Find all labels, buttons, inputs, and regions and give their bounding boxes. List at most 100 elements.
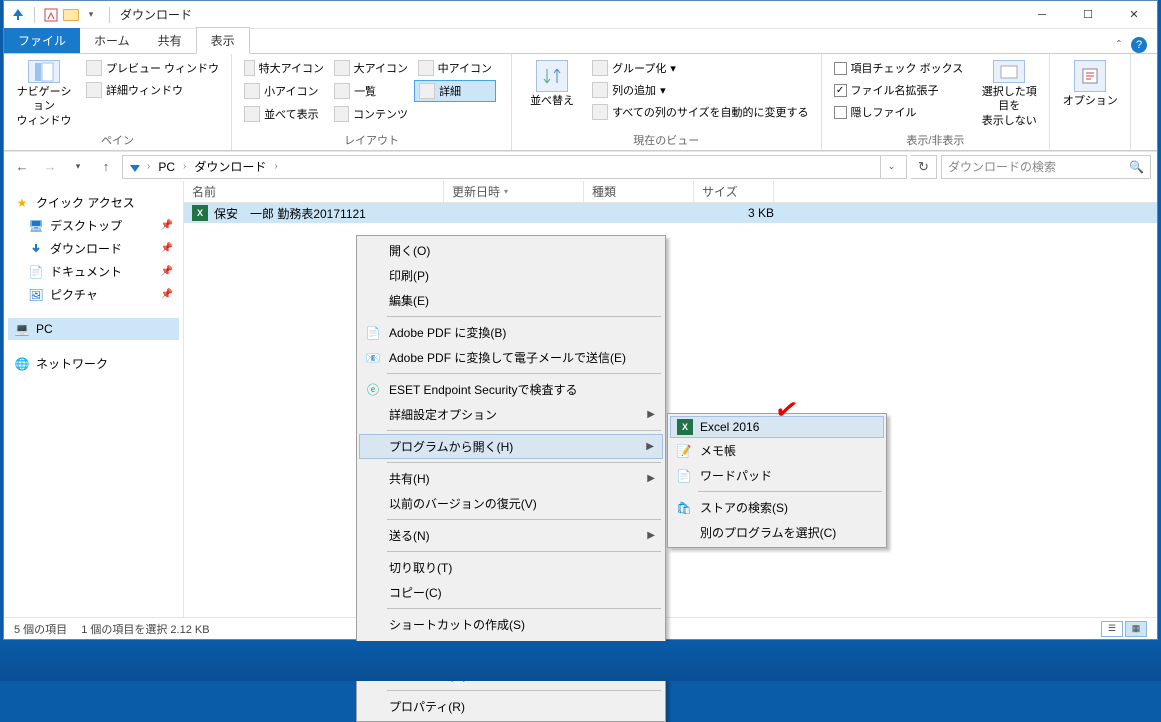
group-button[interactable]: グループ化 ▾: [588, 58, 812, 78]
hidden-files-toggle[interactable]: 隠しファイル: [830, 102, 968, 122]
crumb-downloads[interactable]: ダウンロード: [190, 158, 270, 175]
selection-info: 1 個の項目を選択 2.12 KB: [81, 621, 209, 637]
pin-icon: 📌: [161, 266, 173, 277]
back-button[interactable]: ←: [10, 155, 34, 179]
wordpad-icon: 📄: [676, 468, 692, 484]
layout-xl[interactable]: 特大アイコン: [240, 58, 328, 78]
ctx-pdf-mail[interactable]: 📧Adobe PDF に変換して電子メールで送信(E): [359, 345, 663, 370]
sidebar-pc[interactable]: 💻PC: [8, 318, 179, 340]
ctx-share[interactable]: 共有(H)▶: [359, 466, 663, 491]
preview-pane-button[interactable]: プレビュー ウィンドウ: [82, 58, 223, 78]
nav-pane-button[interactable]: ナビゲーション ウィンドウ: [12, 58, 76, 130]
tab-view[interactable]: 表示: [196, 27, 250, 54]
col-type[interactable]: 種類: [584, 181, 694, 202]
folder-icon[interactable]: [63, 7, 79, 23]
file-ext-toggle[interactable]: ✓ファイル名拡張子: [830, 80, 968, 100]
options-button[interactable]: オプション: [1058, 58, 1122, 134]
pictures-icon: 🖼: [28, 287, 44, 303]
taskbar[interactable]: [0, 641, 1161, 681]
layout-lg[interactable]: 大アイコン: [330, 58, 412, 78]
layout-md[interactable]: 中アイコン: [414, 58, 496, 78]
ctx-eset[interactable]: ⓔESET Endpoint Securityで検査する: [359, 377, 663, 402]
ctx-properties[interactable]: プロパティ(R): [359, 694, 663, 719]
sidebar-pictures[interactable]: 🖼ピクチャ📌: [8, 283, 179, 306]
openwith-store[interactable]: 🛍ストアの検索(S): [670, 495, 884, 520]
tab-file[interactable]: ファイル: [4, 28, 80, 53]
col-name[interactable]: 名前: [184, 181, 444, 202]
col-date[interactable]: 更新日時▾: [444, 181, 584, 202]
layout-detail[interactable]: 詳細: [414, 80, 496, 102]
submenu-arrow-icon: ▶: [646, 441, 654, 452]
ctx-pdf-convert[interactable]: 📄Adobe PDF に変換(B): [359, 320, 663, 345]
content-area: 名前 更新日時▾ 種類 サイズ X 保安 一郎 勤務表20171121 3 KB: [184, 181, 1157, 617]
ctx-copy[interactable]: コピー(C): [359, 580, 663, 605]
refresh-button[interactable]: ↻: [911, 155, 937, 179]
network-icon: 🌐: [14, 356, 30, 372]
ctx-send-to[interactable]: 送る(N)▶: [359, 523, 663, 548]
col-size[interactable]: サイズ: [694, 181, 774, 202]
openwith-notepad[interactable]: 📝メモ帳: [670, 438, 884, 463]
ctx-edit[interactable]: 編集(E): [359, 288, 663, 313]
layout-content[interactable]: コンテンツ: [330, 104, 412, 124]
sidebar-quick-access[interactable]: ★クイック アクセス: [8, 191, 179, 214]
ctx-print[interactable]: 印刷(P): [359, 263, 663, 288]
sort-button[interactable]: 並べ替え: [520, 58, 584, 130]
address-dropdown[interactable]: ⌄: [880, 156, 902, 178]
group-showhide-label: 表示/非表示: [830, 130, 1042, 150]
excel-app-icon: X: [677, 419, 693, 435]
document-icon: 📄: [28, 264, 44, 280]
file-row[interactable]: X 保安 一郎 勤務表20171121 3 KB: [184, 203, 1157, 223]
sidebar-downloads[interactable]: ダウンロード📌: [8, 237, 179, 260]
ctx-open[interactable]: 開く(O): [359, 238, 663, 263]
close-button[interactable]: ✕: [1111, 1, 1157, 29]
address-bar[interactable]: › PC › ダウンロード › ⌄: [122, 155, 907, 179]
ctx-cut[interactable]: 切り取り(T): [359, 555, 663, 580]
help-icon[interactable]: ?: [1131, 37, 1147, 53]
ctx-create-shortcut[interactable]: ショートカットの作成(S): [359, 612, 663, 637]
up-button[interactable]: ↑: [94, 155, 118, 179]
sidebar-desktop[interactable]: 🖥デスクトップ📌: [8, 214, 179, 237]
properties-icon[interactable]: [43, 7, 59, 23]
item-checkboxes-toggle[interactable]: 項目チェック ボックス: [830, 58, 968, 78]
layout-sm[interactable]: 小アイコン: [240, 80, 328, 102]
add-columns-button[interactable]: 列の追加 ▾: [588, 80, 812, 100]
autosize-button[interactable]: すべての列のサイズを自動的に変更する: [588, 102, 812, 122]
recent-dropdown[interactable]: ▾: [66, 155, 90, 179]
crumb-pc[interactable]: PC: [154, 160, 179, 174]
pin-icon: 📌: [161, 243, 173, 254]
tab-share[interactable]: 共有: [144, 28, 196, 53]
ctx-open-with[interactable]: プログラムから開く(H)▶: [359, 434, 663, 459]
layout-list[interactable]: 一覧: [330, 80, 412, 102]
window-title: ダウンロード: [120, 6, 192, 23]
hide-selected-button[interactable]: 選択した項目を 表示しない: [977, 58, 1041, 130]
file-name: 保安 一郎 勤務表20171121: [214, 205, 454, 222]
minimize-button[interactable]: ─: [1019, 1, 1065, 29]
search-icon: 🔍: [1129, 160, 1144, 174]
openwith-wordpad[interactable]: 📄ワードパッド: [670, 463, 884, 488]
app-icon: [10, 7, 26, 23]
submenu-arrow-icon: ▶: [647, 409, 655, 420]
pdf-icon: 📄: [365, 325, 381, 341]
address-bar-row: ← → ▾ ↑ › PC › ダウンロード › ⌄ ↻ ダウンロードの検索 🔍: [4, 151, 1157, 181]
forward-button[interactable]: →: [38, 155, 62, 179]
tab-home[interactable]: ホーム: [80, 28, 144, 53]
ctx-restore-versions[interactable]: 以前のバージョンの復元(V): [359, 491, 663, 516]
maximize-button[interactable]: ☐: [1065, 1, 1111, 29]
view-large-icon[interactable]: ▦: [1125, 621, 1147, 637]
view-details-icon[interactable]: ☰: [1101, 621, 1123, 637]
layout-tile[interactable]: 並べて表示: [240, 104, 328, 124]
search-input[interactable]: ダウンロードの検索 🔍: [941, 155, 1151, 179]
sidebar-network[interactable]: 🌐ネットワーク: [8, 352, 179, 375]
column-headers: 名前 更新日時▾ 種類 サイズ: [184, 181, 1157, 203]
openwith-choose[interactable]: 別のプログラムを選択(C): [670, 520, 884, 545]
ribbon-collapse-icon[interactable]: ˆ: [1117, 38, 1121, 52]
ctx-advanced-options[interactable]: 詳細設定オプション▶: [359, 402, 663, 427]
pdf-mail-icon: 📧: [365, 350, 381, 366]
notepad-icon: 📝: [676, 443, 692, 459]
qat-dropdown-icon[interactable]: ▾: [83, 7, 99, 23]
nav-sidebar: ★クイック アクセス 🖥デスクトップ📌 ダウンロード📌 📄ドキュメント📌 🖼ピク…: [4, 181, 184, 617]
desktop-icon: 🖥: [28, 218, 44, 234]
sidebar-documents[interactable]: 📄ドキュメント📌: [8, 260, 179, 283]
group-layout-label: レイアウト: [240, 130, 503, 150]
details-pane-button[interactable]: 詳細ウィンドウ: [82, 80, 223, 100]
